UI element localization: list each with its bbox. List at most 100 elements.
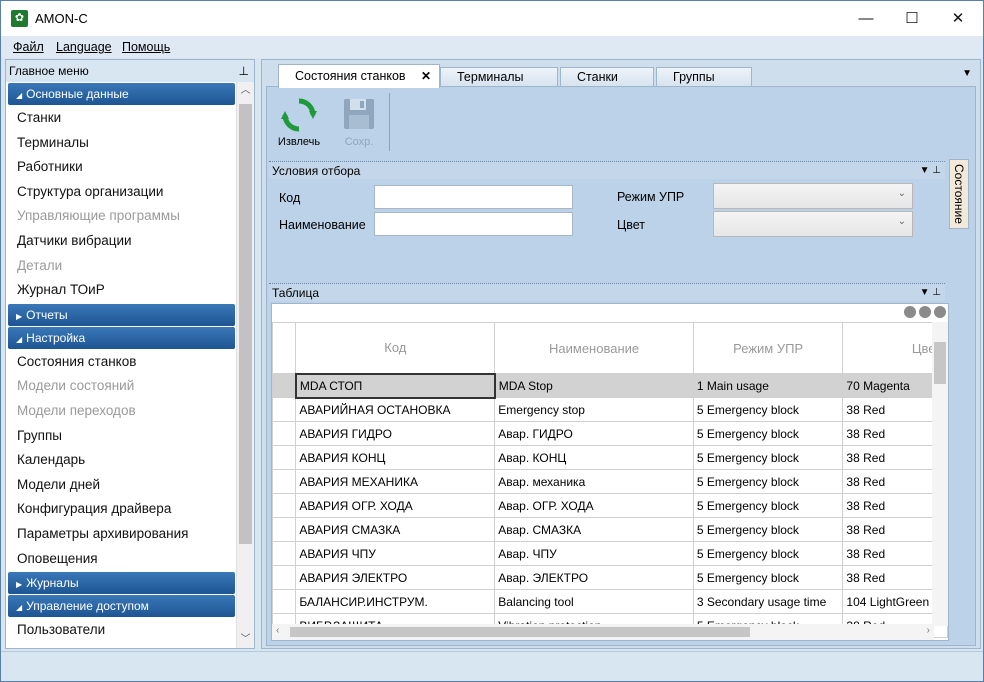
table-row[interactable]: БАЛАНСИР.ИНСТРУМ. Balancing tool 3 Seconda… (272, 589, 948, 614)
cell-nc-mode[interactable]: 5 Emergency block (692, 517, 844, 542)
pin-icon[interactable]: ⊥ (239, 60, 249, 82)
column-header-code[interactable]: Код (295, 322, 496, 374)
name-input[interactable] (374, 212, 573, 236)
scrollbar-thumb[interactable] (934, 342, 946, 384)
row-header[interactable] (272, 445, 297, 470)
main-menu-scrollbar[interactable]: ︿ ﹀ (236, 82, 254, 648)
table-row[interactable]: АВАРИЙНАЯ ОСТАНОВКА Emergency stop 5 Emerg… (272, 397, 948, 422)
cell-nc-mode[interactable]: 5 Emergency block (692, 445, 844, 470)
cell-code[interactable]: MDA СТОП (294, 372, 496, 399)
menu-language[interactable]: Language (56, 40, 112, 54)
section-settings[interactable]: ◢ Настройка (8, 326, 235, 349)
row-header[interactable] (272, 493, 297, 518)
cell-name[interactable]: Emergency stop (494, 397, 694, 422)
title-bar[interactable]: ✿ AMON-C — ☐ ✕ (1, 1, 983, 36)
cell-nc-mode[interactable]: 3 Secondary usage time (692, 589, 844, 614)
cell-code[interactable]: АВАРИЯ МЕХАНИКА (295, 469, 496, 494)
row-header[interactable] (272, 373, 297, 398)
cell-nc-mode[interactable]: 5 Emergency block (692, 397, 844, 422)
minimize-button[interactable]: — (843, 1, 889, 36)
cell-name[interactable]: Авар. ЭЛЕКТРО (494, 565, 694, 590)
cell-name[interactable]: Авар. ОГР. ХОДА (494, 493, 694, 518)
row-header[interactable] (272, 517, 297, 542)
section-basic-data[interactable]: ◢ Основные данные (8, 83, 235, 105)
nav-item-users[interactable]: Пользователи (6, 618, 236, 643)
nav-item-calendar[interactable]: Календарь (6, 448, 236, 473)
row-header[interactable] (272, 565, 297, 590)
color-select[interactable]: ⌄ (713, 211, 913, 237)
nav-item-groups[interactable]: Группы (6, 424, 236, 449)
section-logs[interactable]: ▶ Журналы (8, 572, 235, 595)
nav-item-machines[interactable]: Станки (6, 106, 236, 131)
cell-name[interactable]: Авар. КОНЦ (494, 445, 694, 470)
cell-nc-mode[interactable]: 5 Emergency block (692, 541, 844, 566)
scrollbar-thumb[interactable] (290, 627, 750, 637)
row-header[interactable] (272, 589, 297, 614)
table-row[interactable]: АВАРИЯ ГИДРО Авар. ГИДРО 5 Emergency block… (272, 421, 948, 446)
table-row[interactable]: АВАРИЯ ЭЛЕКТРО Авар. ЭЛЕКТРО 5 Emergency b… (272, 565, 948, 590)
table-row[interactable]: АВАРИЯ КОНЦ Авар. КОНЦ 5 Emergency block 38… (272, 445, 948, 470)
tab-machine-states[interactable]: Состояния станков ✕ (278, 64, 440, 88)
row-header[interactable] (272, 421, 297, 446)
cell-code[interactable]: АВАРИЙНАЯ ОСТАНОВКА (295, 397, 496, 422)
cell-name[interactable]: Авар. механика (494, 469, 694, 494)
scrollbar-thumb[interactable] (239, 104, 252, 544)
code-input[interactable] (374, 185, 573, 209)
close-window-button[interactable]: ✕ (935, 1, 981, 36)
cell-name[interactable]: Balancing tool (494, 589, 694, 614)
maximize-button[interactable]: ☐ (889, 1, 935, 36)
cell-code[interactable]: АВАРИЯ ЭЛЕКТРО (295, 565, 496, 590)
grid-options-dots[interactable] (901, 306, 946, 320)
cell-code[interactable]: БАЛАНСИР.ИНСТРУМ. (295, 589, 496, 614)
scroll-down-icon[interactable]: ﹀ (237, 631, 254, 648)
cell-code[interactable]: АВАРИЯ ЧПУ (295, 541, 496, 566)
cell-code[interactable]: АВАРИЯ ОГР. ХОДА (295, 493, 496, 518)
nav-item-maintenance-log[interactable]: Журнал ТОиР (6, 278, 236, 303)
nav-item-day-models[interactable]: Модели дней (6, 473, 236, 498)
row-header[interactable] (272, 541, 297, 566)
cell-nc-mode[interactable]: 5 Emergency block (692, 421, 844, 446)
nav-item-vibration-sensors[interactable]: Датчики вибрации (6, 229, 236, 254)
cell-nc-mode[interactable]: 1 Main usage (692, 373, 844, 398)
cell-name[interactable]: Авар. ГИДРО (494, 421, 694, 446)
cell-nc-mode[interactable]: 5 Emergency block (692, 469, 844, 494)
tab-list-dropdown-icon[interactable]: ▼ (962, 68, 972, 79)
table-row[interactable]: АВАРИЯ СМАЗКА Авар. СМАЗКА 5 Emergency blo… (272, 517, 948, 542)
section-access-control[interactable]: ◢ Управление доступом (8, 595, 235, 618)
nav-item-archive-params[interactable]: Параметры архивирования (6, 522, 236, 547)
grid-horizontal-scrollbar[interactable]: ‹ › (272, 624, 934, 640)
table-row[interactable]: АВАРИЯ МЕХАНИКА Авар. механика 5 Emergency… (272, 469, 948, 494)
nc-mode-select[interactable]: ⌄ (713, 183, 913, 209)
cell-nc-mode[interactable]: 5 Emergency block (692, 565, 844, 590)
menu-file[interactable]: Файл (13, 40, 44, 54)
section-reports[interactable]: ▶ Отчеты (8, 303, 235, 326)
table-pin-icon[interactable]: ▼ ⊥ (920, 284, 941, 302)
nav-item-terminals[interactable]: Терминалы (6, 131, 236, 156)
table-row[interactable]: MDA СТОП MDA Stop 1 Main usage 70 Magenta (272, 372, 948, 399)
nav-item-org-structure[interactable]: Структура организации (6, 180, 236, 205)
cell-name[interactable]: MDA Stop (494, 373, 694, 398)
column-header-nc-mode[interactable]: Режим УПР (692, 322, 844, 374)
tab-terminals[interactable]: Терминалы (440, 67, 558, 87)
fetch-button[interactable]: Извлечь (271, 93, 327, 153)
column-header-name[interactable]: Наименование (494, 322, 694, 374)
nav-item-notifications[interactable]: Оповещения (6, 547, 236, 572)
menu-help[interactable]: Помощь (122, 40, 170, 54)
scroll-right-icon[interactable]: › (927, 625, 930, 636)
cell-nc-mode[interactable]: 5 Emergency block (692, 493, 844, 518)
row-header[interactable] (272, 397, 297, 422)
cell-name[interactable]: Авар. ЧПУ (494, 541, 694, 566)
filter-pin-icon[interactable]: ▼ ⊥ (920, 162, 941, 180)
close-tab-icon[interactable]: ✕ (421, 65, 431, 87)
scroll-up-icon[interactable]: ︿ (237, 82, 254, 99)
table-row[interactable]: АВАРИЯ ЧПУ Авар. ЧПУ 5 Emergency block 38 R… (272, 541, 948, 566)
cell-name[interactable]: Авар. СМАЗКА (494, 517, 694, 542)
tab-machines[interactable]: Станки (560, 67, 654, 87)
cell-code[interactable]: АВАРИЯ СМАЗКА (295, 517, 496, 542)
cell-code[interactable]: АВАРИЯ ГИДРО (295, 421, 496, 446)
state-side-tab[interactable]: Состояние (949, 159, 969, 229)
tab-groups[interactable]: Группы (656, 67, 752, 87)
table-row[interactable]: АВАРИЯ ОГР. ХОДА Авар. ОГР. ХОДА 5 Emergen… (272, 493, 948, 518)
grid-vertical-scrollbar[interactable] (932, 322, 948, 626)
nav-item-machine-states[interactable]: Состояния станков (6, 350, 236, 375)
